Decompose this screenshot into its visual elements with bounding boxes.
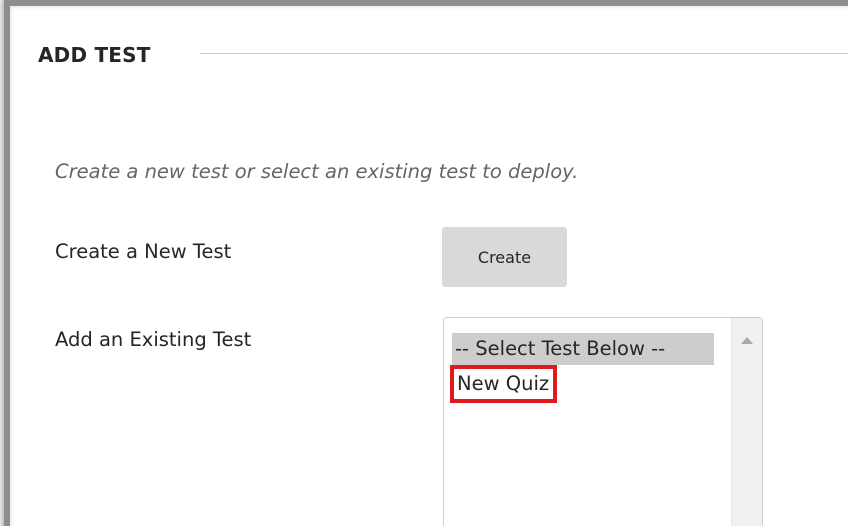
- section-title-divider: [200, 53, 848, 54]
- instructions-text: Create a new test or select an existing …: [55, 160, 579, 183]
- add-existing-test-label: Add an Existing Test: [55, 328, 252, 351]
- section-title: ADD TEST: [38, 43, 151, 67]
- screen: ADD TEST Create a new test or select an …: [0, 0, 848, 526]
- option-new-quiz[interactable]: New Quiz: [449, 365, 558, 403]
- create-button[interactable]: Create: [442, 227, 567, 287]
- listbox-scrollbar[interactable]: [731, 318, 762, 526]
- option-select-test-below[interactable]: -- Select Test Below --: [452, 333, 714, 365]
- scroll-up-arrow-icon[interactable]: [741, 337, 753, 344]
- create-new-test-label: Create a New Test: [55, 240, 232, 263]
- listbox-options: -- Select Test Below -- New Quiz: [449, 333, 714, 403]
- add-test-panel: ADD TEST Create a new test or select an …: [4, 0, 848, 526]
- existing-test-listbox[interactable]: -- Select Test Below -- New Quiz: [443, 317, 763, 526]
